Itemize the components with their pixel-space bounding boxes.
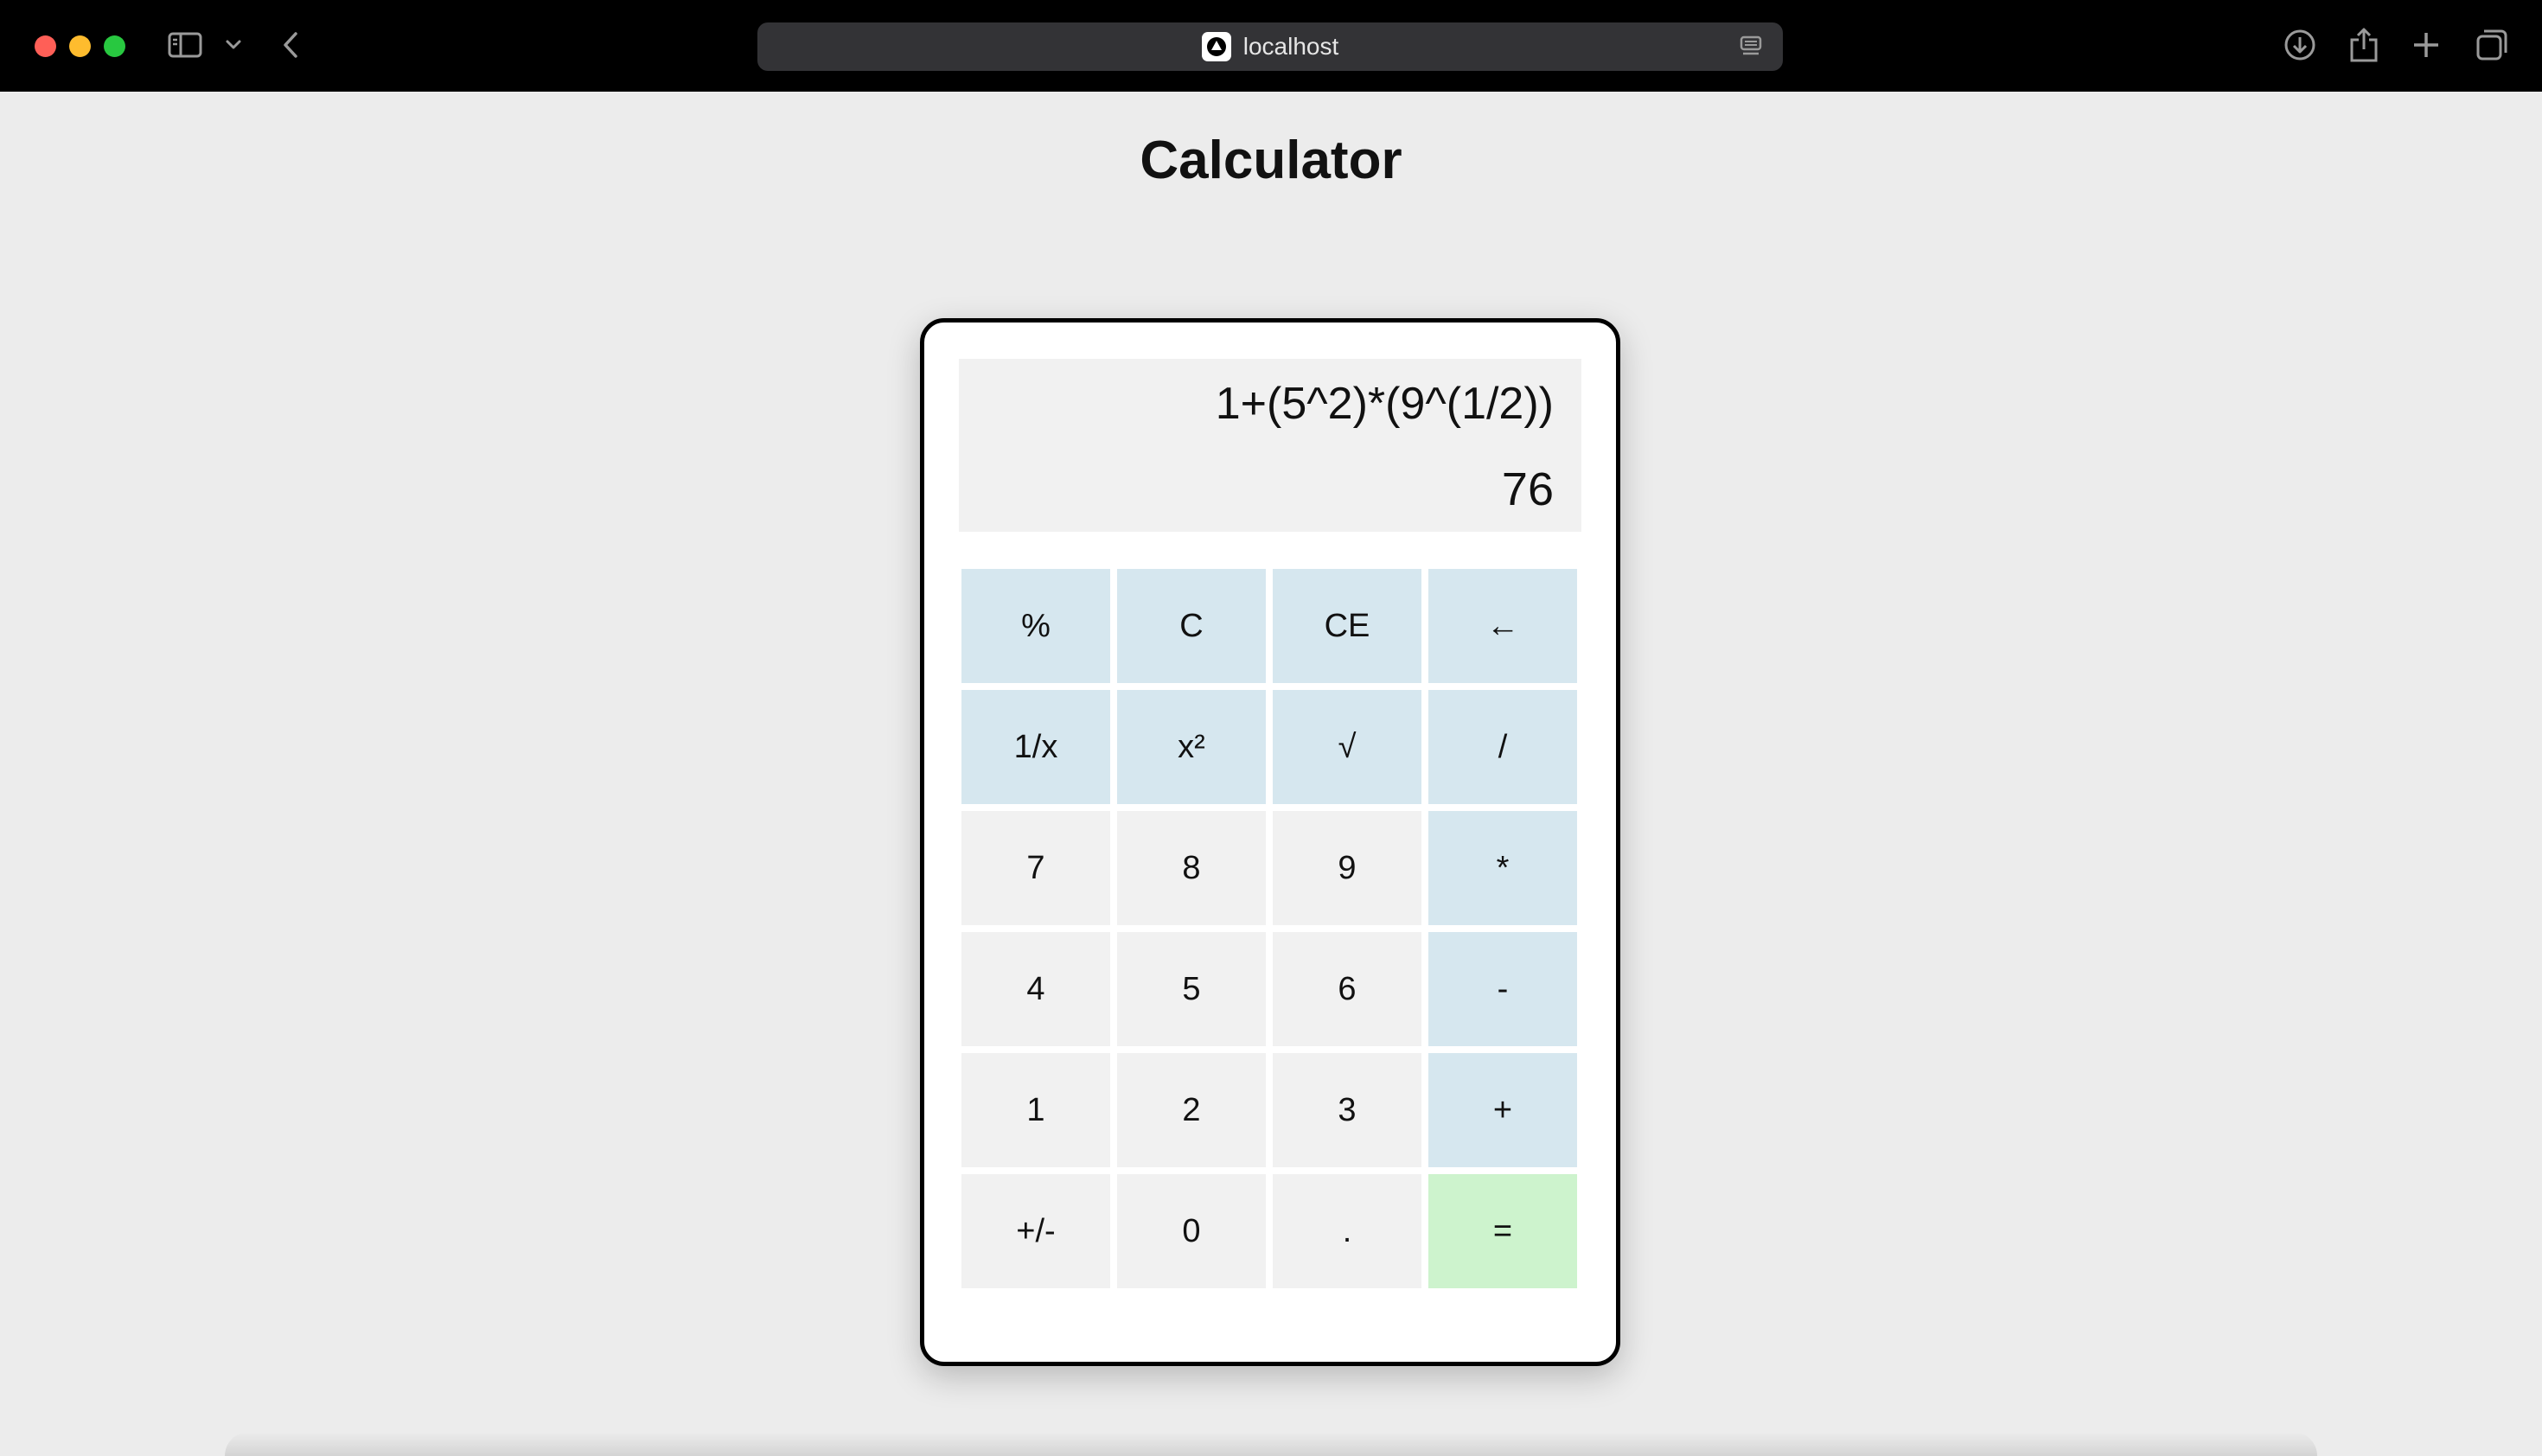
multiply-key[interactable]: * — [1428, 811, 1577, 925]
clear-key[interactable]: C — [1117, 569, 1266, 683]
zoom-window-button[interactable] — [104, 35, 125, 57]
sidebar-toggle-icon[interactable] — [168, 31, 202, 59]
page-title: Calculator — [1140, 131, 1402, 190]
chevron-down-icon[interactable] — [223, 33, 244, 57]
minimize-window-button[interactable] — [69, 35, 91, 57]
digit-7-key[interactable]: 7 — [961, 811, 1110, 925]
calculator-panel: 1+(5^2)*(9^(1/2)) 76 % C CE ← 1/x x² √/ 7 8 9 * 4 5 6… — [920, 318, 1620, 1366]
decimal-key[interactable]: . — [1273, 1174, 1421, 1288]
digit-3-key[interactable]: 3 — [1273, 1053, 1421, 1167]
download-icon[interactable] — [2281, 26, 2319, 64]
divide-key[interactable]: / — [1428, 690, 1577, 804]
backspace-key[interactable]: ← — [1428, 569, 1577, 683]
address-bar[interactable]: localhost — [757, 22, 1783, 71]
result-text: 76 — [1501, 463, 1554, 515]
digit-4-key[interactable]: 4 — [961, 932, 1110, 1046]
digit-2-key[interactable]: 2 — [1117, 1053, 1266, 1167]
tab-overview-icon[interactable] — [2473, 26, 2511, 64]
digit-5-key[interactable]: 5 — [1117, 932, 1266, 1046]
add-key[interactable]: + — [1428, 1053, 1577, 1167]
digit-1-key[interactable]: 1 — [961, 1053, 1110, 1167]
digit-6-key[interactable]: 6 — [1273, 932, 1421, 1046]
back-arrow-icon[interactable] — [278, 29, 304, 61]
negate-key[interactable]: +/- — [961, 1174, 1110, 1288]
reader-view-icon[interactable] — [1738, 35, 1764, 59]
share-icon[interactable] — [2347, 26, 2381, 64]
site-favicon-icon — [1201, 32, 1231, 61]
browser-toolbar: localhost — [0, 0, 2542, 92]
window-bottom-edge — [225, 1432, 2317, 1456]
close-window-button[interactable] — [35, 35, 56, 57]
square-key[interactable]: x² — [1117, 690, 1266, 804]
clear-entry-key[interactable]: CE — [1273, 569, 1421, 683]
sqrt-key[interactable]: √ — [1273, 690, 1421, 804]
digit-8-key[interactable]: 8 — [1117, 811, 1266, 925]
expression-text: 1+(5^2)*(9^(1/2)) — [1215, 379, 1554, 429]
reciprocal-key[interactable]: 1/x — [961, 690, 1110, 804]
digit-0-key[interactable]: 0 — [1117, 1174, 1266, 1288]
calculator-display: 1+(5^2)*(9^(1/2)) 76 — [959, 359, 1581, 532]
new-tab-plus-icon[interactable] — [2409, 26, 2443, 64]
subtract-key[interactable]: - — [1428, 932, 1577, 1046]
digit-9-key[interactable]: 9 — [1273, 811, 1421, 925]
keypad: % C CE ← 1/x x² √/ 7 8 9 * 4 5 6- 1 2 3 + +/- 0. = — [961, 569, 1581, 1288]
percent-key[interactable]: % — [961, 569, 1110, 683]
equals-key[interactable]: = — [1428, 1174, 1577, 1288]
url-text: localhost — [1242, 33, 1339, 60]
